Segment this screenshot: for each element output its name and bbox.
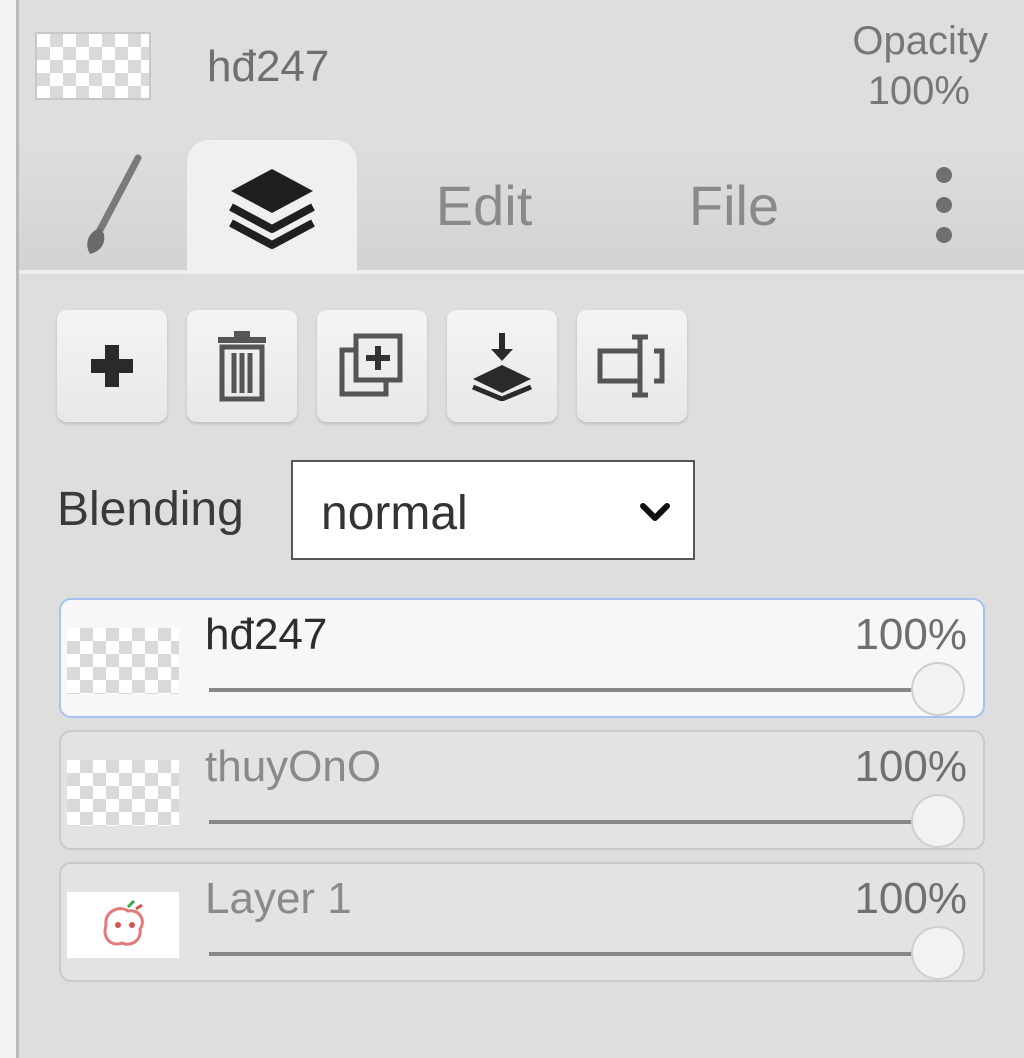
tab-file[interactable]: File (669, 140, 799, 270)
current-layer-thumbnail (35, 32, 151, 100)
rename-icon (597, 334, 665, 398)
layer-thumbnail (67, 760, 179, 826)
tab-layers[interactable] (187, 140, 357, 274)
delete-layer-button[interactable] (187, 310, 297, 422)
opacity-readout: Opacity 100% (828, 16, 988, 116)
layer-row[interactable]: Layer 1 100% (59, 862, 985, 982)
blending-label: Blending (57, 483, 244, 536)
tab-edit[interactable]: Edit (409, 140, 559, 270)
layer-name: hđ247 (205, 610, 328, 659)
trash-icon (218, 331, 266, 402)
layer-opacity-track[interactable] (209, 952, 939, 956)
layer-thumbnail (67, 892, 179, 958)
layer-row[interactable]: thuyOnO 100% (59, 730, 985, 850)
window-edge (0, 0, 19, 1058)
layers-icon (229, 169, 315, 249)
layer-opacity-track[interactable] (209, 820, 939, 824)
more-vertical-icon (936, 167, 952, 243)
opacity-label: Opacity (852, 19, 988, 63)
plus-icon (91, 345, 133, 387)
rename-layer-button[interactable] (577, 310, 687, 422)
layer-opacity-slider-handle[interactable] (911, 662, 965, 716)
blending-select[interactable]: normal (291, 460, 695, 560)
layer-name: thuyOnO (205, 742, 382, 791)
layer-opacity-slider-handle[interactable] (911, 926, 965, 980)
layers-panel: hđ247 Opacity 100% Edit File Blending no… (19, 0, 1024, 1058)
layer-opacity: 100% (854, 742, 967, 791)
tab-brush[interactable] (59, 140, 169, 270)
drawing-thumbnail-icon (103, 899, 144, 946)
layer-opacity: 100% (854, 610, 967, 659)
layer-opacity-slider-handle[interactable] (911, 794, 965, 848)
blending-value: normal (321, 487, 468, 540)
brush-icon (87, 154, 142, 254)
layer-name: Layer 1 (205, 874, 352, 923)
opacity-value: 100% (867, 69, 970, 113)
add-layer-button[interactable] (57, 310, 167, 422)
layer-thumbnail (67, 628, 179, 694)
merge-down-button[interactable] (447, 310, 557, 422)
merge-down-icon (472, 333, 532, 401)
duplicate-layer-button[interactable] (317, 310, 427, 422)
duplicate-icon (339, 333, 403, 397)
layer-opacity: 100% (854, 874, 967, 923)
layer-row[interactable]: hđ247 100% (59, 598, 985, 718)
chevron-down-icon (640, 503, 670, 521)
tab-more[interactable] (919, 140, 969, 270)
tab-bar: Edit File (19, 140, 1024, 274)
layer-opacity-track[interactable] (209, 688, 939, 692)
current-layer-name: hđ247 (207, 42, 330, 91)
